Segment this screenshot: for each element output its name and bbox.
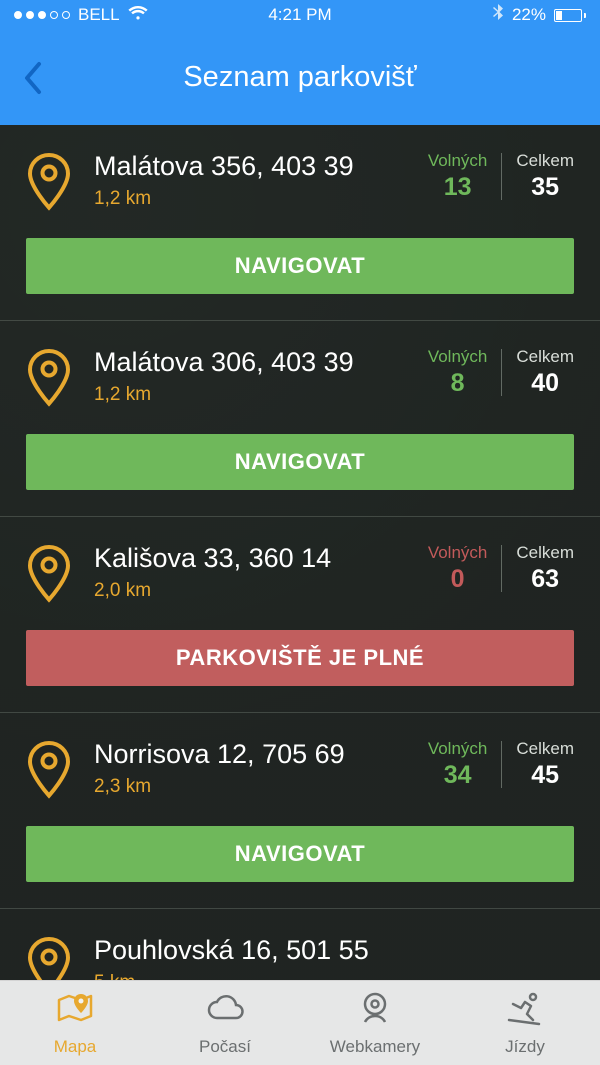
wifi-icon <box>128 5 148 26</box>
pin-icon <box>26 347 72 412</box>
free-label: Volných <box>428 739 488 759</box>
tab-pocasi[interactable]: Počasí <box>150 981 300 1065</box>
tab-webkamery[interactable]: Webkamery <box>300 981 450 1065</box>
parking-address: Kališova 33, 360 14 <box>94 543 406 574</box>
pin-icon <box>26 543 72 608</box>
parking-stats: Volných 0 Celkem 63 <box>428 543 574 594</box>
free-value: 0 <box>451 565 465 594</box>
tab-mapa[interactable]: Mapa <box>0 981 150 1065</box>
navigate-button[interactable]: NAVIGOVAT <box>26 434 574 490</box>
parking-list[interactable]: Malátova 356, 403 39 1,2 km Volných 13 C… <box>0 125 600 980</box>
pin-icon <box>26 151 72 216</box>
free-value: 34 <box>444 761 472 790</box>
parking-distance: 1,2 km <box>94 188 406 210</box>
free-label: Volných <box>428 151 488 171</box>
parking-distance: 5 km <box>94 972 574 980</box>
parking-distance: 2,3 km <box>94 776 406 798</box>
parking-address: Pouhlovská 16, 501 55 <box>94 935 574 966</box>
stat-divider <box>501 349 502 396</box>
weather-icon <box>203 990 247 1033</box>
stat-divider <box>501 741 502 788</box>
free-value: 13 <box>444 173 472 202</box>
parking-address: Norrisova 12, 705 69 <box>94 739 406 770</box>
total-label: Celkem <box>516 347 574 367</box>
total-value: 35 <box>531 173 559 202</box>
page-title: Seznam parkovišť <box>183 61 416 94</box>
free-label: Volných <box>428 347 488 367</box>
tab-jizdy[interactable]: Jízdy <box>450 981 600 1065</box>
parking-distance: 1,2 km <box>94 384 406 406</box>
battery-pct: 22% <box>512 5 546 25</box>
parking-address: Malátova 356, 403 39 <box>94 151 406 182</box>
tab-label: Webkamery <box>330 1037 420 1057</box>
navigate-button[interactable]: NAVIGOVAT <box>26 826 574 882</box>
stat-divider <box>501 545 502 592</box>
stat-divider <box>501 153 502 200</box>
back-button[interactable] <box>18 58 48 98</box>
tab-label: Počasí <box>199 1037 251 1057</box>
navigate-button[interactable]: NAVIGOVAT <box>26 238 574 294</box>
total-label: Celkem <box>516 543 574 563</box>
total-label: Celkem <box>516 151 574 171</box>
full-button[interactable]: PARKOVIŠTĚ JE PLNÉ <box>26 630 574 686</box>
pin-icon <box>26 935 72 980</box>
parking-stats: Volných 13 Celkem 35 <box>428 151 574 202</box>
bluetooth-icon <box>493 4 504 27</box>
parking-item: Kališova 33, 360 14 2,0 km Volných 0 Cel… <box>0 517 600 713</box>
parking-item: Pouhlovská 16, 501 55 5 km <box>0 909 600 980</box>
total-value: 45 <box>531 761 559 790</box>
total-value: 63 <box>531 565 559 594</box>
header: Seznam parkovišť <box>0 30 600 125</box>
carrier-label: BELL <box>78 5 120 25</box>
ski-icon <box>503 990 547 1033</box>
pin-icon <box>26 739 72 804</box>
parking-item: Malátova 356, 403 39 1,2 km Volných 13 C… <box>0 125 600 321</box>
status-bar: BELL 4:21 PM 22% <box>0 0 600 30</box>
status-time: 4:21 PM <box>268 5 331 25</box>
battery-icon <box>554 9 586 22</box>
tab-label: Jízdy <box>505 1037 545 1057</box>
webcam-icon <box>353 990 397 1033</box>
signal-dots <box>14 11 70 19</box>
parking-address: Malátova 306, 403 39 <box>94 347 406 378</box>
status-right: 22% <box>493 4 586 27</box>
tab-label: Mapa <box>54 1037 97 1057</box>
parking-item: Malátova 306, 403 39 1,2 km Volných 8 Ce… <box>0 321 600 517</box>
status-left: BELL <box>14 5 148 26</box>
tabbar: Mapa Počasí Webkamery Jízdy <box>0 980 600 1065</box>
map-icon <box>53 990 97 1033</box>
parking-distance: 2,0 km <box>94 580 406 602</box>
parking-stats: Volných 8 Celkem 40 <box>428 347 574 398</box>
total-label: Celkem <box>516 739 574 759</box>
free-value: 8 <box>451 369 465 398</box>
free-label: Volných <box>428 543 488 563</box>
parking-stats: Volných 34 Celkem 45 <box>428 739 574 790</box>
total-value: 40 <box>531 369 559 398</box>
parking-item: Norrisova 12, 705 69 2,3 km Volných 34 C… <box>0 713 600 909</box>
